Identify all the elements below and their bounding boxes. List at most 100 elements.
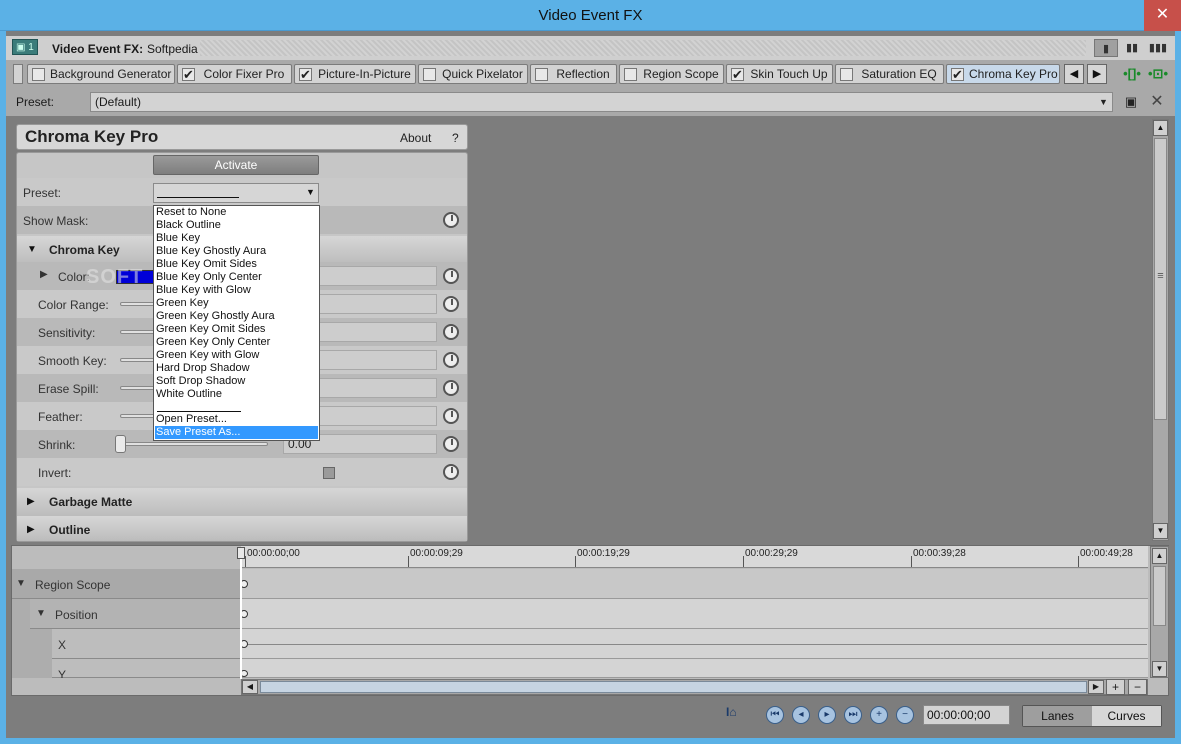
preset-select[interactable]: (Default) bbox=[90, 92, 1113, 112]
timeline-ruler[interactable] bbox=[241, 546, 1148, 568]
delete-keyframe-icon[interactable]: − bbox=[896, 706, 914, 724]
animate-clock-icon[interactable] bbox=[443, 268, 459, 284]
last-keyframe-icon[interactable]: ⏭ bbox=[844, 706, 862, 724]
zoom-in-button[interactable]: + bbox=[1106, 679, 1125, 695]
scroll-thumb[interactable] bbox=[260, 681, 1087, 693]
prev-keyframe-icon[interactable]: ◂ bbox=[792, 706, 810, 724]
three-pane-icon[interactable]: ▮▮▮ bbox=[1146, 39, 1170, 57]
save-preset-icon[interactable]: ▣ bbox=[1122, 93, 1140, 111]
scroll-down-button[interactable]: ▼ bbox=[1153, 523, 1168, 539]
scroll-right-button[interactable]: ▶ bbox=[1088, 680, 1104, 694]
chain-tab[interactable]: Picture-In-Picture bbox=[294, 64, 416, 84]
animate-clock-icon[interactable] bbox=[443, 212, 459, 228]
chain-tab-checkbox[interactable] bbox=[299, 66, 312, 84]
open-preset-item[interactable]: Open Preset... bbox=[155, 413, 318, 426]
scroll-thumb[interactable] bbox=[1153, 566, 1166, 626]
preset-option[interactable]: Green Key bbox=[155, 297, 318, 310]
help-link[interactable]: ? bbox=[452, 131, 459, 145]
track-x[interactable] bbox=[52, 629, 241, 659]
activate-button[interactable]: Activate bbox=[153, 155, 319, 175]
shrink-slider-thumb[interactable] bbox=[115, 435, 126, 453]
zoom-out-button[interactable]: − bbox=[1128, 679, 1147, 695]
expand-triangle-icon[interactable]: ▶ bbox=[40, 269, 48, 280]
preset-option[interactable]: Green Key with Glow bbox=[155, 349, 318, 362]
section-outline[interactable]: ▶ Outline bbox=[17, 516, 467, 541]
lane-y[interactable] bbox=[241, 659, 1148, 678]
animate-clock-icon[interactable] bbox=[443, 352, 459, 368]
chain-tab[interactable]: Region Scope bbox=[619, 64, 724, 84]
close-button[interactable]: ✕ bbox=[1144, 0, 1181, 31]
chain-tab[interactable]: Background Generator bbox=[27, 64, 175, 84]
chain-tab[interactable]: Color Fixer Pro bbox=[177, 64, 292, 84]
track-y[interactable] bbox=[52, 659, 241, 678]
preset-option[interactable]: Reset to None bbox=[155, 206, 318, 219]
expand-triangle-icon[interactable]: ▼ bbox=[16, 578, 26, 589]
chain-tab[interactable]: Reflection bbox=[530, 64, 617, 84]
chain-tab-checkbox[interactable] bbox=[32, 68, 45, 81]
chain-tab[interactable]: Skin Touch Up bbox=[726, 64, 833, 84]
playhead-handle[interactable] bbox=[237, 547, 245, 559]
chain-tab-checkbox[interactable] bbox=[731, 66, 744, 84]
chain-grip-handle[interactable] bbox=[13, 64, 23, 84]
chain-next-button[interactable]: ▶ bbox=[1087, 64, 1107, 84]
scroll-left-button[interactable]: ◀ bbox=[242, 680, 258, 694]
save-preset-as-item[interactable]: Save Preset As... bbox=[155, 426, 318, 439]
plugin-chain-icon[interactable]: •[]• bbox=[1121, 66, 1143, 82]
preset-option[interactable]: Soft Drop Shadow bbox=[155, 375, 318, 388]
chain-tab-checkbox[interactable] bbox=[535, 68, 548, 81]
remove-plugin-icon[interactable]: •⊡• bbox=[1147, 66, 1169, 82]
animate-clock-icon[interactable] bbox=[443, 324, 459, 340]
add-keyframe-icon[interactable]: + bbox=[870, 706, 888, 724]
animate-clock-icon[interactable] bbox=[443, 436, 459, 452]
chain-tab-checkbox[interactable] bbox=[423, 68, 436, 81]
animate-clock-icon[interactable] bbox=[443, 464, 459, 480]
single-pane-icon[interactable]: ▮ bbox=[1094, 39, 1118, 57]
chevron-down-icon[interactable]: ▼ bbox=[306, 187, 315, 197]
lanes-button[interactable]: Lanes bbox=[1023, 706, 1092, 726]
curves-button[interactable]: Curves bbox=[1092, 706, 1161, 726]
scroll-down-button[interactable]: ▼ bbox=[1152, 661, 1167, 677]
lane-region-scope[interactable] bbox=[241, 569, 1148, 599]
chain-tab-checkbox[interactable] bbox=[182, 66, 195, 84]
delete-preset-icon[interactable]: ✕ bbox=[1148, 93, 1166, 111]
chain-tab-checkbox[interactable] bbox=[840, 68, 853, 81]
chevron-down-icon[interactable]: ▼ bbox=[1099, 93, 1111, 111]
chain-tab-label: Chroma Key Pro bbox=[969, 67, 1058, 81]
preset-option[interactable]: White Outline bbox=[155, 388, 318, 401]
scroll-up-button[interactable]: ▲ bbox=[1152, 548, 1167, 564]
preset-option[interactable]: Blue Key bbox=[155, 232, 318, 245]
preset-option[interactable]: Hard Drop Shadow bbox=[155, 362, 318, 375]
preset-option[interactable]: Blue Key Only Center bbox=[155, 271, 318, 284]
shrink-slider[interactable] bbox=[120, 442, 268, 446]
preset-option[interactable]: Blue Key Ghostly Aura bbox=[155, 245, 318, 258]
section-garbage-matte[interactable]: ▶ Garbage Matte bbox=[17, 488, 467, 516]
lane-position[interactable] bbox=[241, 599, 1148, 629]
animate-clock-icon[interactable] bbox=[443, 296, 459, 312]
panel-preset-dropdown[interactable] bbox=[153, 183, 319, 203]
about-link[interactable]: About bbox=[400, 131, 431, 145]
preset-option[interactable]: Blue Key Omit Sides bbox=[155, 258, 318, 271]
chain-tab-checkbox[interactable] bbox=[624, 68, 637, 81]
chain-tab[interactable]: Chroma Key Pro bbox=[946, 64, 1060, 84]
first-keyframe-icon[interactable]: ⏮ bbox=[766, 706, 784, 724]
two-pane-icon[interactable]: ▮▮ bbox=[1120, 39, 1144, 57]
chain-tab-checkbox[interactable] bbox=[951, 66, 964, 84]
header-drag-area[interactable] bbox=[200, 40, 1086, 56]
preset-option[interactable]: Green Key Omit Sides bbox=[155, 323, 318, 336]
chain-prev-button[interactable]: ◀ bbox=[1064, 64, 1084, 84]
next-keyframe-icon[interactable]: ▸ bbox=[818, 706, 836, 724]
invert-checkbox[interactable] bbox=[323, 467, 335, 479]
preset-option[interactable]: Green Key Ghostly Aura bbox=[155, 310, 318, 323]
scroll-up-button[interactable]: ▲ bbox=[1153, 120, 1168, 136]
animate-clock-icon[interactable] bbox=[443, 408, 459, 424]
chain-tab[interactable]: Saturation EQ bbox=[835, 64, 944, 84]
sync-cursor-icon[interactable]: I⌂ bbox=[726, 705, 746, 723]
chain-tab[interactable]: Quick Pixelator bbox=[418, 64, 528, 84]
animate-clock-icon[interactable] bbox=[443, 380, 459, 396]
chain-tab-label: Background Generator bbox=[50, 67, 172, 81]
preset-option[interactable]: Green Key Only Center bbox=[155, 336, 318, 349]
expand-triangle-icon[interactable]: ▼ bbox=[36, 608, 46, 619]
preset-option[interactable]: Black Outline bbox=[155, 219, 318, 232]
time-field[interactable]: 00:00:00;00 bbox=[923, 705, 1010, 725]
preset-option[interactable]: Blue Key with Glow bbox=[155, 284, 318, 297]
